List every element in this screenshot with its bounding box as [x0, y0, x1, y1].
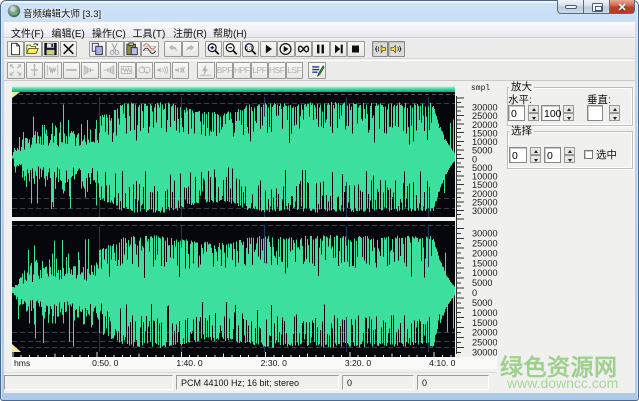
svg-text:hms: hms	[14, 358, 30, 368]
svg-text:4:10. 0: 4:10. 0	[429, 358, 456, 368]
svg-text:5000: 5000	[472, 278, 492, 288]
svg-text:1:40. 0: 1:40. 0	[176, 358, 203, 368]
svg-text:5000: 5000	[472, 298, 492, 308]
svg-text:10000: 10000	[472, 268, 498, 278]
svg-text:0: 0	[472, 288, 477, 298]
svg-text:25000: 25000	[472, 238, 498, 248]
svg-text:10000: 10000	[472, 308, 498, 318]
svg-text:1:1: 1:1	[245, 46, 252, 52]
svg-text:15000: 15000	[472, 258, 498, 268]
svg-text:25000: 25000	[472, 338, 498, 348]
svg-text:30000: 30000	[472, 229, 498, 239]
svg-text:15000: 15000	[472, 318, 498, 328]
svg-text:30000: 30000	[472, 206, 498, 216]
svg-text:2:30. 0: 2:30. 0	[261, 358, 288, 368]
svg-text:20000: 20000	[472, 248, 498, 258]
svg-text:smpl: smpl	[471, 84, 490, 93]
svg-text:30000: 30000	[472, 348, 498, 358]
svg-text:3:20. 0: 3:20. 0	[345, 358, 372, 368]
svg-text:20000: 20000	[472, 328, 498, 338]
svg-text:0:50. 0: 0:50. 0	[92, 358, 119, 368]
